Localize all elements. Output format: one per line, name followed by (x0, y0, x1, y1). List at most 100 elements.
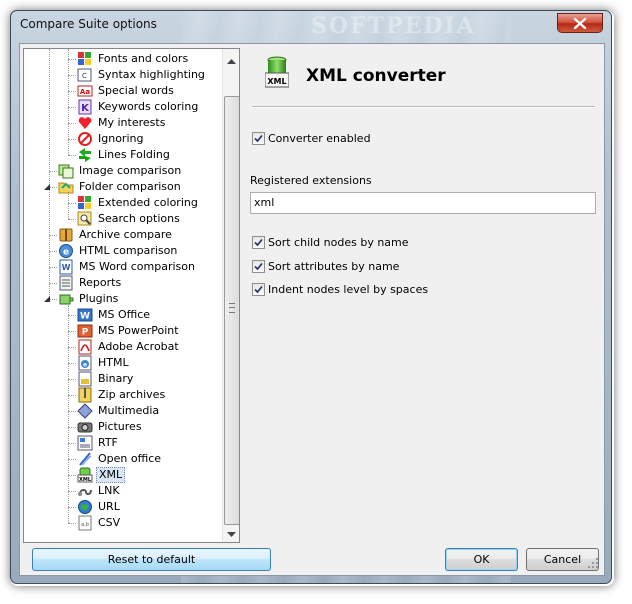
close-button[interactable] (557, 13, 603, 33)
xml-icon: XML (77, 467, 93, 483)
checkbox-box[interactable] (252, 283, 265, 296)
resize-grip-icon[interactable] (586, 556, 600, 570)
tree-item-label: HTML comparison (79, 244, 178, 257)
zip-icon (77, 387, 93, 403)
options-tree[interactable]: Fonts and colors C Syntax highlighting Aa Sp… (23, 48, 240, 543)
xml-document-icon: XML (264, 56, 290, 90)
tree-branch-line (68, 219, 76, 220)
syntax-icon: C (77, 67, 93, 83)
settings-panel: XML XML converter Converter enabled Regi… (250, 52, 597, 537)
registered-extensions-input[interactable] (251, 193, 592, 211)
heart-icon (77, 115, 93, 131)
plugins-icon (58, 291, 74, 307)
scroll-down-icon[interactable] (227, 528, 236, 537)
tree-branch-line (68, 107, 76, 108)
checkbox-label: Sort child nodes by name (268, 236, 409, 249)
tree-item-label: Folder comparison (79, 180, 181, 193)
tree-branch-line (68, 59, 76, 60)
dialog-client-area: Fonts and colors C Syntax highlighting Aa Sp… (19, 43, 605, 576)
tree-item-label: Plugins (79, 292, 119, 305)
tree-branch-line (49, 267, 57, 268)
svg-text:Aa: Aa (80, 88, 90, 96)
palette-icon (77, 51, 93, 67)
tree-item-label: CSV (98, 516, 121, 529)
svg-text:e: e (83, 362, 87, 369)
tree-branch-line (68, 411, 76, 412)
tree-item-label: Open office (98, 452, 162, 465)
checkbox-label: Sort attributes by name (268, 260, 400, 273)
tree-branch-line (68, 363, 76, 364)
reset-to-default-button[interactable]: Reset to default (32, 548, 271, 571)
collapse-toggle-icon[interactable] (43, 295, 52, 304)
tree-scrollbar[interactable] (222, 49, 239, 542)
tree-item-label: MS Office (98, 308, 151, 321)
ok-button[interactable]: OK (445, 548, 518, 571)
word-compare-icon: W (58, 259, 74, 275)
html-compare-icon: e (58, 243, 74, 259)
check-icon (254, 238, 263, 247)
tree-branch-line (68, 443, 76, 444)
csv-icon: a,b (77, 515, 93, 531)
tree-branch-line (68, 139, 76, 140)
keywords-icon: K (77, 99, 93, 115)
tree-branch-line (68, 91, 76, 92)
tree-branch-line (49, 235, 57, 236)
check-icon (254, 285, 263, 294)
ms-office-icon: W (77, 307, 93, 323)
tree-item-label: Special words (98, 84, 174, 97)
svg-text:e: e (63, 248, 69, 258)
tree-item-label: Adobe Acrobat (98, 340, 179, 353)
header-divider (252, 106, 595, 108)
tree-branch-line (68, 475, 76, 476)
tree-branch-line (68, 155, 76, 156)
search-options-icon (77, 211, 93, 227)
tree-item-label: Reports (79, 276, 122, 289)
tree-item-label: Search options (98, 212, 180, 225)
scroll-up-icon[interactable] (227, 55, 236, 64)
grip-icon (229, 303, 235, 313)
powerpoint-icon: P (77, 323, 93, 339)
panel-title: XML converter (306, 66, 446, 86)
tree-item-label: My interests (98, 116, 166, 129)
tree-branch-line (68, 203, 76, 204)
tree-branch-line (68, 331, 76, 332)
tree-item-label: Multimedia (98, 404, 160, 417)
open-office-icon (77, 451, 93, 467)
checkbox-box[interactable] (252, 132, 265, 145)
svg-text:W: W (80, 312, 90, 322)
checkbox-box[interactable] (252, 260, 265, 273)
binary-icon (77, 371, 93, 387)
registered-extensions-label: Registered extensions (250, 174, 372, 187)
options-window: Compare Suite options SOFTPEDIA Fonts an… (10, 10, 612, 584)
tree-branch-line (49, 171, 57, 172)
tree-item-label: Extended coloring (98, 196, 198, 209)
tree-branch-line (68, 315, 76, 316)
palette-icon (77, 195, 93, 211)
close-icon (573, 18, 587, 29)
title-bar[interactable]: Compare Suite options SOFTPEDIA (11, 11, 611, 39)
tree-branch-line (68, 347, 76, 348)
tree-item-label: Zip archives (98, 388, 166, 401)
tree-item-label: Fonts and colors (98, 52, 189, 65)
tree-branch-line (68, 75, 76, 76)
collapse-toggle-icon[interactable] (43, 183, 52, 192)
tree-item-label: RTF (98, 436, 118, 449)
scroll-thumb[interactable] (224, 96, 239, 525)
tree-item-label: HTML (98, 356, 129, 369)
svg-text:C: C (82, 72, 87, 80)
tree-branch-line (68, 523, 76, 524)
special-words-icon: Aa (77, 83, 93, 99)
tree-item-label: MS PowerPoint (98, 324, 179, 337)
checkbox-box[interactable] (252, 236, 265, 249)
tree-branch-line (68, 427, 76, 428)
tree-item-label: URL (98, 500, 120, 513)
tree-item-label: Keywords coloring (98, 100, 199, 113)
reports-icon (58, 275, 74, 291)
svg-text:P: P (82, 328, 89, 338)
tree-branch-line (68, 491, 76, 492)
tree-item-label: LNK (98, 484, 120, 497)
acrobat-icon (77, 339, 93, 355)
svg-text:K: K (81, 103, 90, 114)
tree-branch-line (68, 123, 76, 124)
svg-text:a,b: a,b (81, 522, 89, 528)
